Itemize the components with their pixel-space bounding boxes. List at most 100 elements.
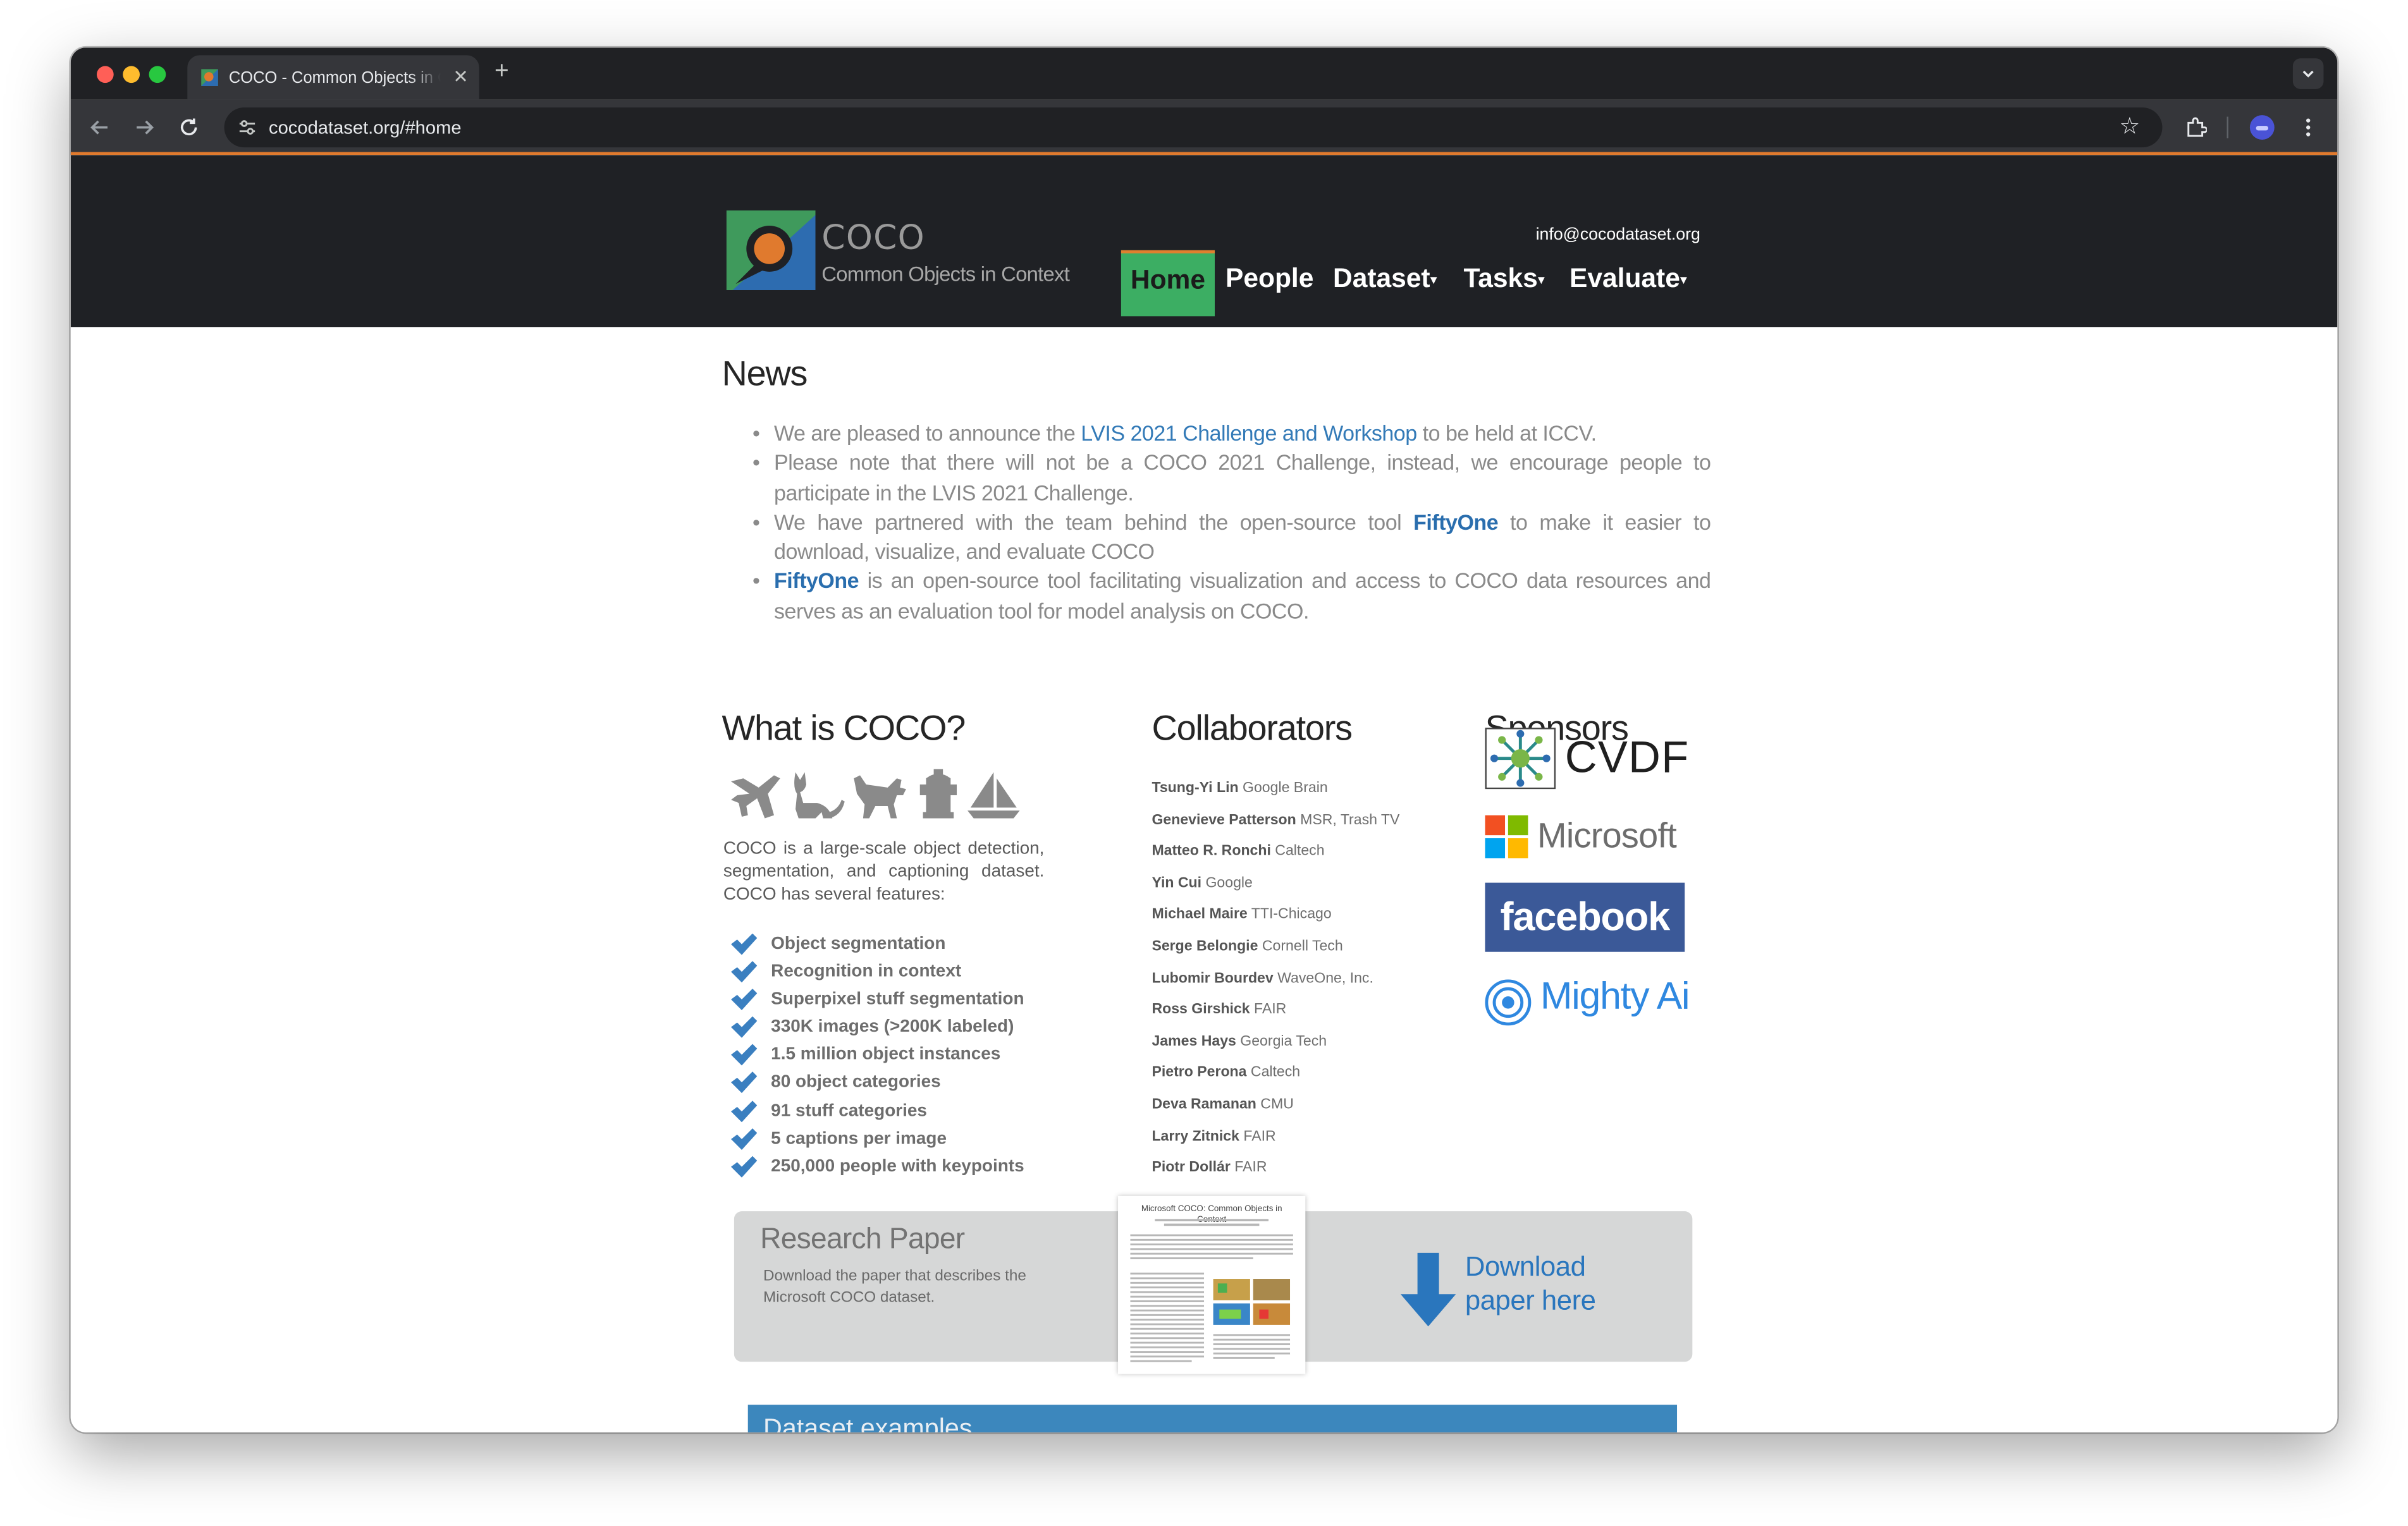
checkmark-icon bbox=[731, 1044, 758, 1066]
collaborator-name: Piotr Dollár bbox=[1152, 1159, 1231, 1176]
checkmark-icon bbox=[731, 989, 758, 1011]
research-paper-title: Research Paper bbox=[760, 1223, 965, 1256]
more-vert-icon bbox=[2306, 118, 2311, 137]
tab-coco[interactable]: COCO - Common Objects in Context ✕ bbox=[187, 55, 479, 100]
bookmark-star-icon[interactable]: ☆ bbox=[2119, 112, 2140, 143]
url-text: cocodataset.org/#home bbox=[269, 116, 462, 138]
collaborator-name: James Hays bbox=[1152, 1032, 1236, 1050]
facebook-logo[interactable]: facebook bbox=[1485, 882, 1685, 952]
feature-item: Recognition in context bbox=[728, 958, 1024, 986]
microsoft-logo-icon[interactable] bbox=[1485, 815, 1528, 858]
close-window-button[interactable] bbox=[97, 66, 114, 83]
collaborator-name: Genevieve Patterson bbox=[1152, 811, 1296, 829]
zoom-window-button[interactable] bbox=[149, 66, 166, 83]
download-line-1: Download bbox=[1465, 1251, 1586, 1282]
microsoft-label[interactable]: Microsoft bbox=[1537, 809, 1677, 862]
paper-thumbnail[interactable]: Microsoft COCO: Common Objects in Contex… bbox=[1118, 1195, 1306, 1374]
reload-button[interactable] bbox=[175, 114, 203, 142]
site-settings-icon[interactable] bbox=[238, 118, 256, 137]
collaborator-item: Tsung-Yi Lin Google Brain bbox=[1152, 774, 1399, 805]
collaborator-item: Michael Maire TTI-Chicago bbox=[1152, 900, 1399, 932]
browser-menu-button[interactable] bbox=[2294, 114, 2322, 142]
browser-toolbar: cocodataset.org/#home ☆ bbox=[70, 99, 2338, 156]
collaborator-item: Pietro Perona Caltech bbox=[1152, 1058, 1399, 1090]
address-bar[interactable]: cocodataset.org/#home ☆ bbox=[224, 107, 2163, 148]
feature-label: 250,000 people with keypoints bbox=[771, 1157, 1024, 1176]
nav-home-label: Home bbox=[1130, 264, 1205, 295]
coco-logo-icon[interactable] bbox=[726, 210, 816, 291]
nav-home[interactable]: Home bbox=[1121, 250, 1215, 317]
collaborator-item: Ross Girshick FAIR bbox=[1152, 995, 1399, 1027]
news-text: We have partnered with the team behind t… bbox=[774, 510, 1414, 534]
back-button[interactable] bbox=[86, 114, 114, 142]
mighty-ai-label[interactable]: Mighty Ai bbox=[1540, 970, 1690, 1023]
dropdown-caret-icon: ▾ bbox=[1430, 271, 1437, 288]
dropdown-caret-icon: ▾ bbox=[1680, 271, 1687, 288]
collaborators-heading: Collaborators bbox=[1152, 707, 1353, 748]
new-tab-button[interactable]: + bbox=[494, 58, 509, 86]
collaborator-org: FAIR bbox=[1234, 1159, 1267, 1176]
research-paper-subtitle: Download the paper that describes the Mi… bbox=[763, 1268, 1026, 1307]
feature-item: Object segmentation bbox=[728, 931, 1024, 958]
collaborator-item: Deva Ramanan CMU bbox=[1152, 1090, 1399, 1121]
nav-people[interactable]: People bbox=[1226, 262, 1313, 293]
fire-hydrant-icon bbox=[919, 769, 957, 819]
collaborator-item: James Hays Georgia Tech bbox=[1152, 1027, 1399, 1058]
collaborator-org: Cornell Tech bbox=[1262, 937, 1343, 955]
checkmark-icon bbox=[731, 933, 758, 955]
checkmark-icon bbox=[731, 1128, 758, 1150]
collaborator-name: Serge Belongie bbox=[1152, 937, 1258, 955]
dataset-examples-header: Dataset examples bbox=[747, 1405, 1678, 1432]
checkmark-icon bbox=[731, 1072, 758, 1094]
tab-close-icon[interactable]: ✕ bbox=[453, 64, 468, 89]
feature-label: 330K images (>200K labeled) bbox=[771, 1018, 1014, 1037]
profile-avatar[interactable] bbox=[2249, 115, 2275, 140]
tab-search-button[interactable] bbox=[2292, 58, 2324, 89]
feature-label: 80 object categories bbox=[771, 1073, 941, 1092]
paper-page-preview bbox=[1130, 1219, 1293, 1362]
collaborator-item: Genevieve Patterson MSR, Trash TV bbox=[1152, 805, 1399, 837]
extensions-button[interactable] bbox=[2182, 114, 2210, 142]
checkmark-icon bbox=[731, 1156, 758, 1178]
airplane-icon bbox=[731, 775, 780, 819]
collaborator-org: Caltech bbox=[1275, 843, 1325, 860]
facebook-label: facebook bbox=[1500, 893, 1671, 940]
forward-button[interactable] bbox=[130, 114, 158, 142]
download-arrow-icon[interactable] bbox=[1400, 1252, 1456, 1329]
news-text: Please note that there will not be a COC… bbox=[774, 450, 1711, 505]
cvdf-label[interactable]: CVDF bbox=[1565, 724, 1690, 792]
contact-email-link[interactable]: info@cocodataset.org bbox=[1536, 224, 1700, 246]
collaborator-org: Caltech bbox=[1250, 1064, 1301, 1082]
mighty-ai-logo-icon[interactable] bbox=[1484, 978, 1533, 1027]
fiftyone-link[interactable]: FiftyOne bbox=[774, 569, 859, 594]
nav-dataset[interactable]: Dataset▾ bbox=[1333, 262, 1437, 295]
download-paper-link[interactable]: Download paper here bbox=[1465, 1250, 1596, 1317]
nav-evaluate[interactable]: Evaluate▾ bbox=[1570, 262, 1687, 295]
feature-label: 5 captions per image bbox=[771, 1129, 947, 1148]
collaborator-org: FAIR bbox=[1254, 1001, 1287, 1018]
lvis-challenge-link[interactable]: LVIS 2021 Challenge and Workshop bbox=[1081, 420, 1417, 445]
nav-tasks[interactable]: Tasks▾ bbox=[1463, 262, 1544, 295]
site-header: COCO Common Objects in Context info@coco… bbox=[70, 155, 2338, 327]
feature-item: 5 captions per image bbox=[728, 1125, 1024, 1152]
feature-item: 330K images (>200K labeled) bbox=[728, 1014, 1024, 1042]
fiftyone-link[interactable]: FiftyOne bbox=[1413, 510, 1499, 534]
cvdf-logo-icon[interactable] bbox=[1485, 728, 1556, 790]
logo-title[interactable]: COCO bbox=[821, 219, 925, 259]
feature-item: 91 stuff categories bbox=[728, 1097, 1024, 1125]
tab-title: COCO - Common Objects in Context bbox=[228, 69, 441, 88]
dropdown-caret-icon: ▾ bbox=[1537, 271, 1545, 288]
collaborator-org: WaveOne, Inc. bbox=[1277, 969, 1373, 987]
collaborator-org: TTI-Chicago bbox=[1251, 906, 1332, 924]
news-text: is an open-source tool facilitating visu… bbox=[774, 568, 1711, 623]
news-text: We are pleased to announce the bbox=[774, 420, 1081, 446]
chevron-down-icon bbox=[2302, 70, 2314, 78]
what-is-coco-heading: What is COCO? bbox=[722, 707, 966, 748]
cat-icon bbox=[794, 772, 845, 819]
collaborators-list: Tsung-Yi Lin Google Brain Genevieve Patt… bbox=[1152, 774, 1399, 1185]
collaborator-org: Google bbox=[1205, 874, 1253, 892]
collaborator-item: Piotr Dollár FAIR bbox=[1152, 1153, 1399, 1185]
minimize-window-button[interactable] bbox=[123, 66, 140, 83]
collaborator-item: Matteo R. Ronchi Caltech bbox=[1152, 837, 1399, 869]
feature-item: 1.5 million object instances bbox=[728, 1042, 1024, 1070]
